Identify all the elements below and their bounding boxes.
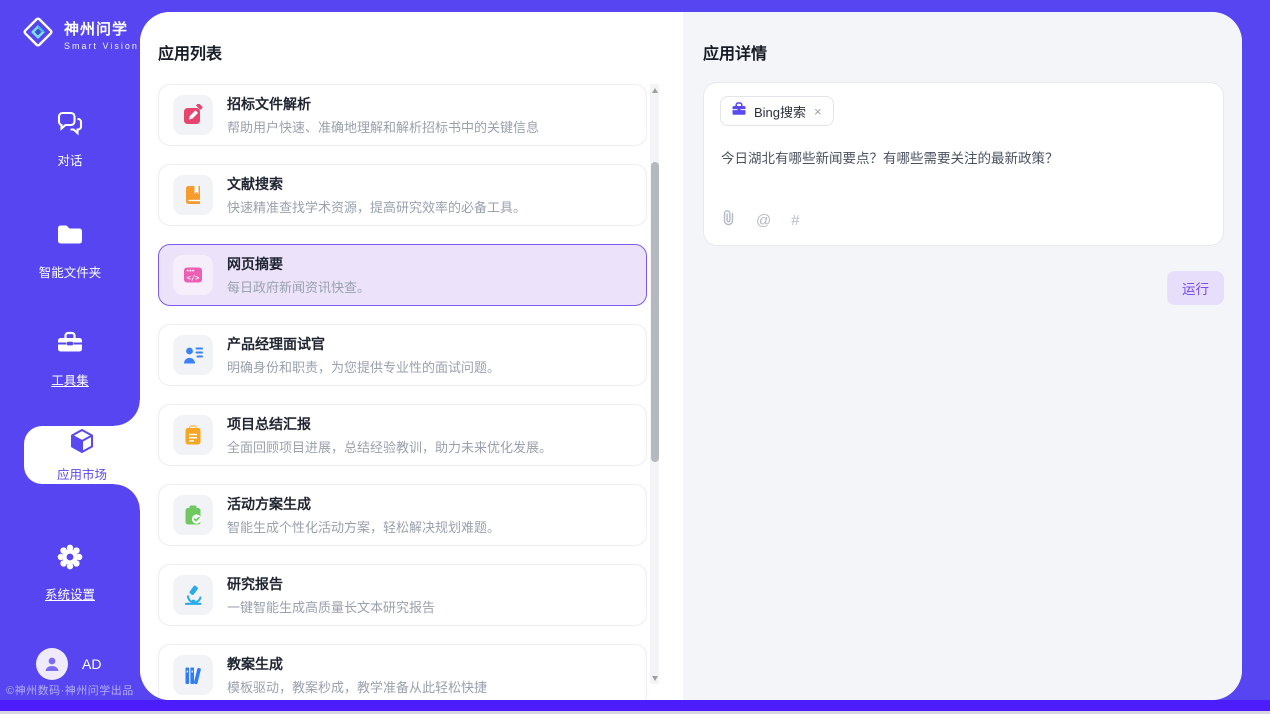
tool-tag-bing-search[interactable]: Bing搜索 × <box>720 96 834 126</box>
app-card-bid-analysis[interactable]: 招标文件解析 帮助用户快速、准确地理解和解析招标书中的关键信息 <box>158 84 647 146</box>
scroll-down-icon[interactable] <box>650 672 659 684</box>
app-detail-panel: 应用详情 Bing搜索 × 今日湖北有哪些新闻要点？有哪些需要关注的最新政策？ <box>683 12 1242 700</box>
app-desc: 快速精准查找学术资源，提高研究效率的必备工具。 <box>227 197 526 216</box>
sidebar-item-toolset[interactable]: 工具集 <box>0 328 140 389</box>
sidebar-item-label: 系统设置 <box>45 584 95 603</box>
app-desc: 帮助用户快速、准确地理解和解析招标书中的关键信息 <box>227 117 539 136</box>
user-initials: AD <box>82 656 101 672</box>
clipboard-check-icon <box>173 495 213 535</box>
app-card-event-plan[interactable]: 活动方案生成 智能生成个性化活动方案，轻松解决规划难题。 <box>158 484 647 546</box>
toolbox-icon <box>55 328 85 363</box>
main-panel: 应用列表 招标文件解析 帮助用户快速、准确地理解和解析招标书中的关键信息 <box>140 12 1242 700</box>
app-card-pm-interviewer[interactable]: 产品经理面试官 明确身份和职责，为您提供专业性的面试问题。 <box>158 324 647 386</box>
prompt-card: Bing搜索 × 今日湖北有哪些新闻要点？有哪些需要关注的最新政策？ @ # <box>703 82 1224 246</box>
close-icon[interactable]: × <box>813 105 823 118</box>
sidebar-item-app-market[interactable]: 应用市场 <box>24 426 140 484</box>
app-name: 文献搜索 <box>227 174 526 194</box>
tool-tag-label: Bing搜索 <box>754 102 806 121</box>
sidebar: 神州问学 Smart Vision 对话 智能文件夹 <box>0 0 140 700</box>
interview-icon <box>173 335 213 375</box>
app-list-panel: 应用列表 招标文件解析 帮助用户快速、准确地理解和解析招标书中的关键信息 <box>140 12 683 700</box>
mention-icon[interactable]: @ <box>756 212 771 229</box>
brand-name: 神州问学 <box>64 18 139 39</box>
app-list: 招标文件解析 帮助用户快速、准确地理解和解析招标书中的关键信息 文献搜索 快速精… <box>158 84 647 700</box>
briefcase-icon <box>731 101 747 122</box>
scrollbar-thumb[interactable] <box>651 162 659 462</box>
brand-logo: 神州问学 Smart Vision <box>20 14 139 55</box>
sidebar-item-label: 应用市场 <box>57 464 107 483</box>
app-card-web-summary[interactable]: </> 网页摘要 每日政府新闻资讯快查。 <box>158 244 647 306</box>
brand-tagline: Smart Vision <box>64 41 139 51</box>
run-button[interactable]: 运行 <box>1167 271 1224 305</box>
books-icon <box>173 655 213 695</box>
app-desc: 一键智能生成高质量长文本研究报告 <box>227 597 435 616</box>
app-list-scrollbar[interactable] <box>650 84 659 684</box>
browser-code-icon: </> <box>173 255 213 295</box>
avatar <box>36 648 68 680</box>
app-detail-title: 应用详情 <box>703 40 767 64</box>
user-account[interactable]: AD <box>36 648 101 680</box>
app-name: 项目总结汇报 <box>227 414 552 434</box>
sidebar-item-label: 对话 <box>57 150 82 169</box>
sidebar-item-settings[interactable]: 系统设置 <box>0 542 140 603</box>
app-card-project-summary[interactable]: 项目总结汇报 全面回顾项目进展，总结经验教训，助力未来优化发展。 <box>158 404 647 466</box>
app-name: 招标文件解析 <box>227 94 539 114</box>
gear-icon <box>55 542 85 577</box>
app-desc: 全面回顾项目进展，总结经验教训，助力未来优化发展。 <box>227 437 552 456</box>
app-desc: 模板驱动，教案秒成，教学准备从此轻松快捷 <box>227 677 487 696</box>
app-desc: 智能生成个性化活动方案，轻松解决规划难题。 <box>227 517 500 536</box>
bottom-accent-band <box>0 700 1270 711</box>
book-icon <box>173 175 213 215</box>
sidebar-item-label: 智能文件夹 <box>39 262 102 281</box>
attachment-bar: @ # <box>721 209 800 231</box>
app-card-research-report[interactable]: 研究报告 一键智能生成高质量长文本研究报告 <box>158 564 647 626</box>
app-desc: 每日政府新闻资讯快查。 <box>227 277 370 296</box>
app-name: 研究报告 <box>227 574 435 594</box>
folder-icon <box>55 220 85 255</box>
app-list-title: 应用列表 <box>158 40 222 64</box>
app-name: 活动方案生成 <box>227 494 500 514</box>
svg-text:</>: </> <box>187 273 201 282</box>
app-name: 教案生成 <box>227 654 487 674</box>
hashtag-icon[interactable]: # <box>791 212 799 229</box>
app-card-lesson-plan[interactable]: 教案生成 模板驱动，教案秒成，教学准备从此轻松快捷 <box>158 644 647 700</box>
app-desc: 明确身份和职责，为您提供专业性的面试问题。 <box>227 357 500 376</box>
sidebar-item-label: 工具集 <box>51 370 89 389</box>
prompt-input[interactable]: 今日湖北有哪些新闻要点？有哪些需要关注的最新政策？ <box>721 149 1207 169</box>
cube-icon <box>68 427 96 460</box>
paperclip-icon[interactable] <box>721 209 736 231</box>
copyright-footer: ©神州数码·神州问学出品 <box>6 682 138 698</box>
document-edit-icon <box>173 95 213 135</box>
scroll-up-icon[interactable] <box>650 84 659 96</box>
app-name: 网页摘要 <box>227 254 370 274</box>
app-card-literature-search[interactable]: 文献搜索 快速精准查找学术资源，提高研究效率的必备工具。 <box>158 164 647 226</box>
app-name: 产品经理面试官 <box>227 334 500 354</box>
sidebar-item-chat[interactable]: 对话 <box>0 108 140 169</box>
sidebar-item-smart-folder[interactable]: 智能文件夹 <box>0 220 140 281</box>
chat-icon <box>55 108 85 143</box>
microscope-icon <box>173 575 213 615</box>
brand-diamond-icon <box>20 14 56 55</box>
clipboard-icon <box>173 415 213 455</box>
